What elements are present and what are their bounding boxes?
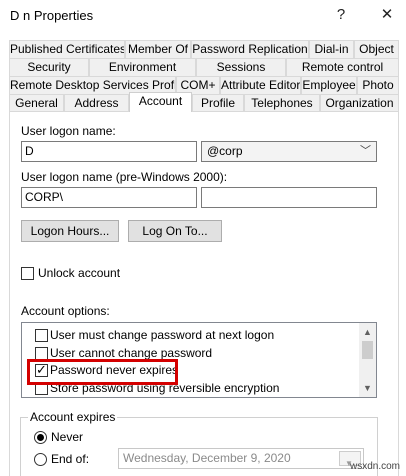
tab-dial-in[interactable]: Dial-in [309,40,354,58]
option-checkbox[interactable] [35,329,48,342]
tab-organization[interactable]: Organization [320,94,399,112]
close-button[interactable]: ✕ [372,2,402,28]
upn-suffix-value: @corp [207,144,243,158]
expiry-date-picker[interactable]: Wednesday, December 9, 2020 ▼ [118,448,364,469]
help-button[interactable]: ? [326,2,356,28]
list-scrollbar[interactable]: ▲ ▼ [359,323,376,397]
tab-member-of[interactable]: Member Of [125,40,191,58]
pre2000-label: User logon name (pre-Windows 2000): [21,170,228,184]
title-bar: D n Properties ? ✕ [0,0,406,31]
scroll-up-icon[interactable]: ▲ [359,324,376,340]
tab-general[interactable]: General [9,94,64,112]
tab-employee[interactable]: Employee [301,76,357,94]
tab-account[interactable]: Account [129,92,192,112]
watermark: wsxdn.com [349,461,400,472]
logon-hours-button[interactable]: Logon Hours... [21,220,119,242]
expires-never-label: Never [51,430,84,444]
highlight-annotation [27,359,178,385]
log-on-to-button[interactable]: Log On To... [128,220,222,242]
account-expires-label: Account expires [28,410,118,424]
expires-end-of-label: End of: [51,452,90,466]
logon-name-input[interactable]: D [21,141,197,162]
list-item[interactable]: User cannot change password [50,346,212,360]
scroll-down-icon[interactable]: ▼ [359,380,376,396]
scroll-thumb[interactable] [362,341,373,359]
pre2000-name-input[interactable] [201,187,377,208]
account-options-label: Account options: [21,304,110,318]
tab-password-replication[interactable]: Password Replication [191,40,309,58]
unlock-account-label: Unlock account [38,266,121,280]
tab-remote-control[interactable]: Remote control [286,58,399,76]
expiry-date-value: Wednesday, December 9, 2020 [123,451,291,465]
tab-attribute-editor[interactable]: Attribute Editor [220,76,301,94]
unlock-account-checkbox[interactable] [21,267,34,280]
chevron-down-icon: ﹀ [360,145,371,157]
pre2000-domain-field: CORP\ [21,187,197,208]
tab-profile[interactable]: Profile [192,94,244,112]
tab-object[interactable]: Object [354,40,399,58]
expires-end-of-radio[interactable] [34,453,47,466]
expires-never-radio[interactable] [34,431,47,444]
tab-photo[interactable]: Photo [357,76,399,94]
window-title: D n Properties [10,8,94,23]
tab-sessions[interactable]: Sessions [196,58,286,76]
tab-security[interactable]: Security [9,58,89,76]
upn-suffix-select[interactable]: @corp ﹀ [201,141,377,162]
radio-selected-dot [37,434,44,441]
tab-published-certificates[interactable]: Published Certificates [9,40,125,58]
tab-environment[interactable]: Environment [89,58,196,76]
tab-telephones[interactable]: Telephones [244,94,320,112]
tab-address[interactable]: Address [64,94,129,112]
logon-name-label: User logon name: [21,124,116,138]
list-item[interactable]: User must change password at next logon [50,328,274,342]
